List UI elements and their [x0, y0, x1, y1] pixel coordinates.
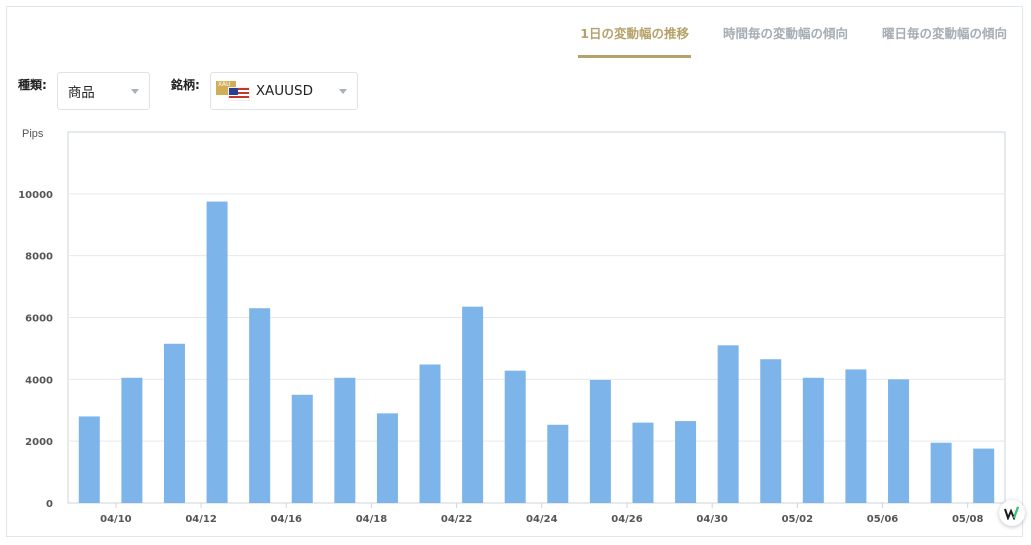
- bar: [589, 379, 611, 503]
- y-tick-label: 0: [46, 499, 53, 510]
- x-tick-label: 04/22: [441, 514, 473, 525]
- bar: [376, 413, 398, 503]
- bar: [845, 369, 867, 503]
- x-tick-label: 04/10: [100, 514, 132, 525]
- x-tick-label: 04/26: [611, 514, 643, 525]
- bar: [888, 379, 910, 503]
- x-tick-label: 05/02: [782, 514, 814, 525]
- bar: [249, 308, 271, 503]
- bar: [802, 377, 824, 503]
- y-axis-label: Pips: [22, 128, 44, 140]
- bar: [973, 448, 995, 503]
- bar: [504, 370, 526, 503]
- chat-logo-icon: [1004, 506, 1019, 520]
- x-tick-label: 04/24: [526, 514, 558, 525]
- x-tick-label: 04/18: [356, 514, 388, 525]
- bar: [760, 359, 782, 503]
- chat-widget-button[interactable]: [999, 500, 1025, 526]
- bar: [78, 416, 100, 503]
- bar: [675, 421, 697, 503]
- bar: [334, 377, 356, 503]
- bar: [291, 394, 313, 503]
- x-tick-label: 04/16: [271, 514, 303, 525]
- bar: [419, 364, 441, 503]
- bar: [206, 201, 228, 503]
- bar: [547, 424, 569, 503]
- bar: [163, 343, 185, 503]
- y-tick-label: 10000: [18, 190, 53, 201]
- x-tick-label: 04/30: [696, 514, 728, 525]
- bar: [632, 422, 654, 503]
- y-tick-label: 8000: [25, 252, 53, 263]
- y-tick-label: 2000: [25, 437, 53, 448]
- bar: [462, 306, 484, 503]
- x-tick-label: 05/08: [952, 514, 984, 525]
- y-tick-label: 6000: [25, 314, 53, 325]
- y-tick-label: 4000: [25, 375, 53, 386]
- bar: [930, 442, 952, 503]
- bar-chart: Pips 0 2000 4000 6000 8000 10000 04/10 04/12 04/1…: [18, 128, 1006, 525]
- x-tick-label: 04/12: [185, 514, 217, 525]
- x-tick-label: 05/06: [867, 514, 899, 525]
- bar: [717, 345, 739, 503]
- bar: [121, 377, 143, 503]
